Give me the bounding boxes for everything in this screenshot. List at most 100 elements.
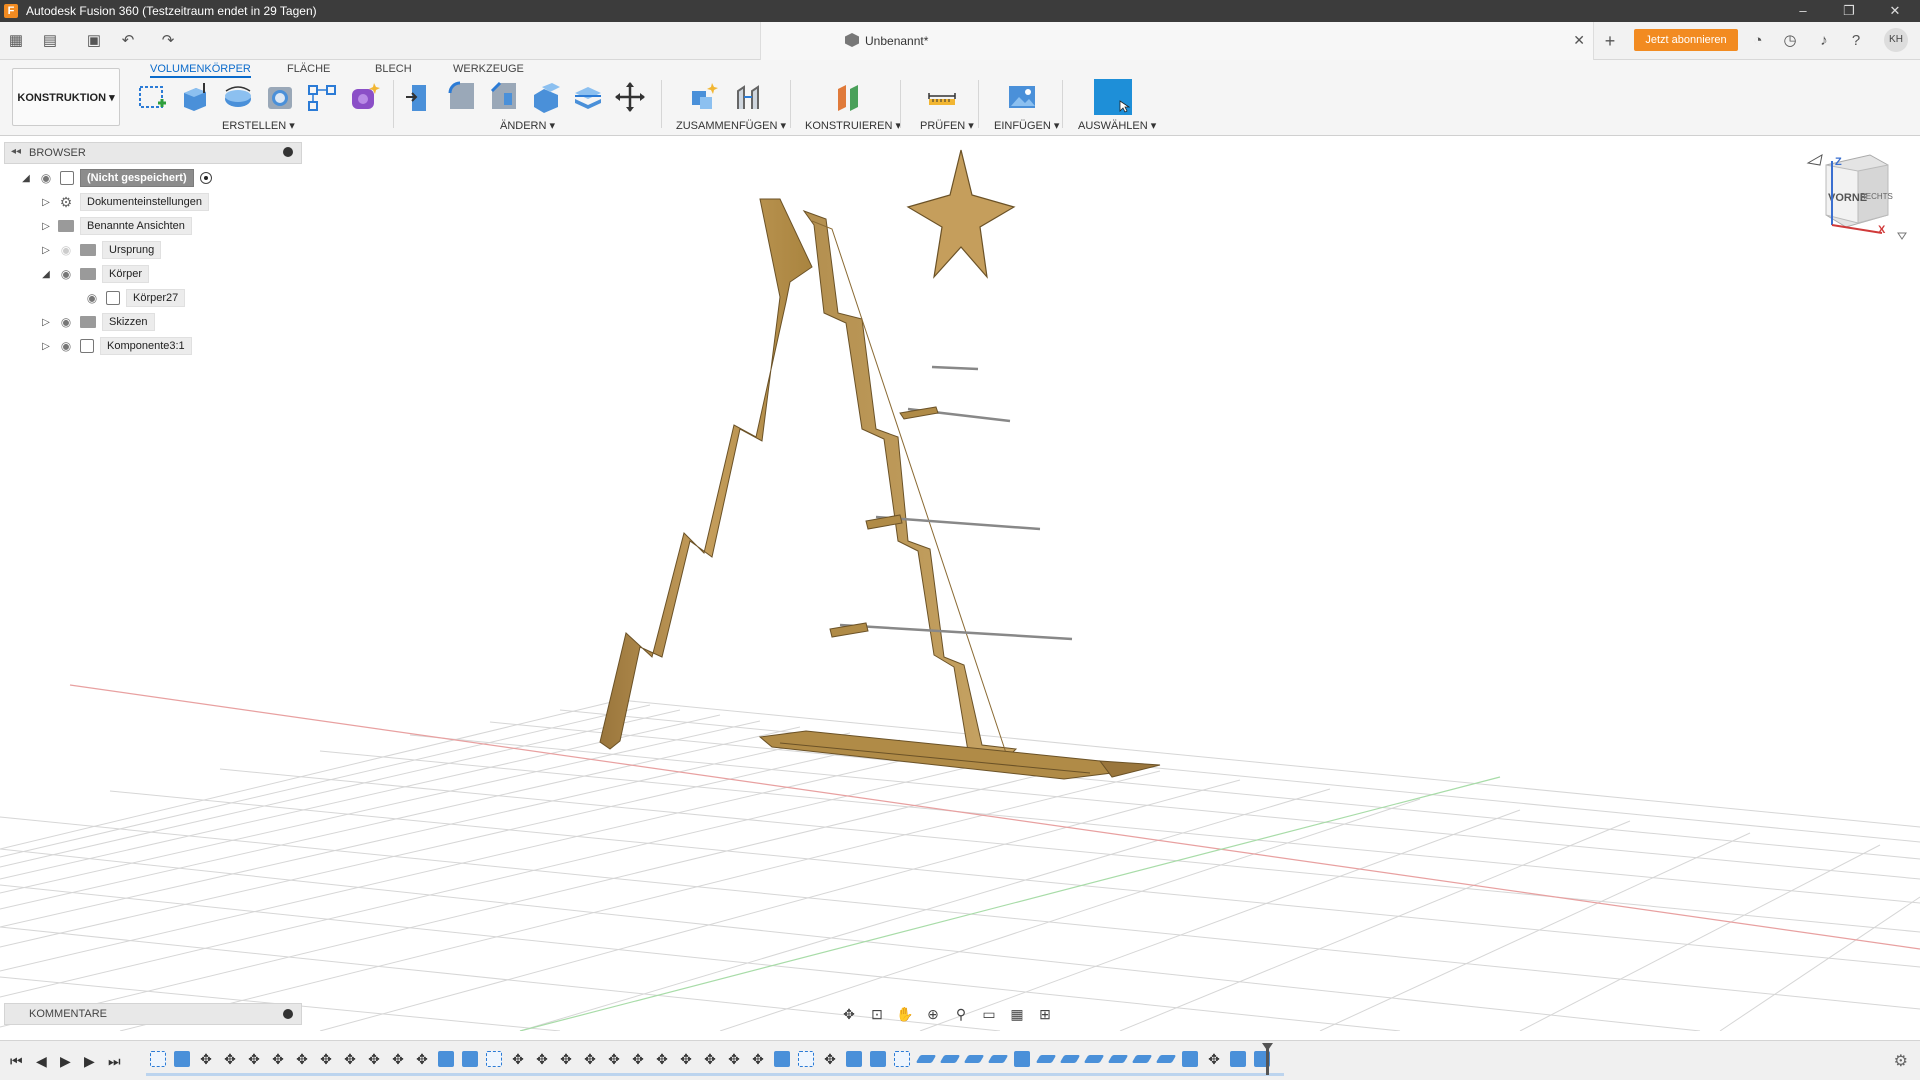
document-tab[interactable]: Unbenannt* ✕ xyxy=(760,22,1594,60)
timeline-move-icon[interactable]: ✥ xyxy=(390,1051,406,1067)
timeline-plane-icon[interactable] xyxy=(1107,1055,1129,1063)
user-avatar[interactable]: KH xyxy=(1884,28,1908,52)
timeline-extrude-icon[interactable] xyxy=(174,1051,190,1067)
grid-settings-icon[interactable]: ▦ xyxy=(1006,1006,1028,1023)
measure-icon[interactable] xyxy=(926,81,958,113)
fillet-icon[interactable] xyxy=(446,81,478,113)
tree-label-ursprung[interactable]: Ursprung xyxy=(102,241,162,259)
zoom-icon[interactable]: ⊕ xyxy=(922,1006,944,1023)
activate-radio-icon[interactable] xyxy=(199,172,212,184)
visibility-eye-icon[interactable]: ◉ xyxy=(38,170,54,186)
timeline-move-icon[interactable]: ✥ xyxy=(582,1051,598,1067)
tab-volumenkoerper[interactable]: VOLUMENKÖRPER xyxy=(150,60,251,78)
display-settings-icon[interactable]: ▭ xyxy=(978,1006,1000,1023)
orbit-icon[interactable]: ✥ xyxy=(838,1006,860,1023)
insert-image-icon[interactable] xyxy=(1006,81,1038,113)
timeline-plane-icon[interactable] xyxy=(963,1055,985,1063)
browser-header[interactable]: ◂◂ BROWSER xyxy=(4,142,302,164)
tab-werkzeuge[interactable]: WERKZEUGE xyxy=(453,60,524,78)
timeline-move-icon[interactable]: ✥ xyxy=(726,1051,742,1067)
go-to-start-icon[interactable]: ⏮ xyxy=(10,1053,23,1070)
create-form-icon[interactable] xyxy=(348,81,380,113)
timeline-extrude-icon[interactable] xyxy=(1182,1051,1198,1067)
group-auswaehlen[interactable]: AUSWÄHLEN ▾ xyxy=(1078,119,1156,132)
tree-label-root[interactable]: (Nicht gespeichert) xyxy=(80,169,194,187)
timeline-plane-icon[interactable] xyxy=(1131,1055,1153,1063)
group-konstruieren[interactable]: KONSTRUIEREN ▾ xyxy=(805,119,901,132)
timeline-move-icon[interactable]: ✥ xyxy=(654,1051,670,1067)
tree-label-dokumenteinstellungen[interactable]: Dokumenteinstellungen xyxy=(80,193,209,211)
timeline-sketch-icon[interactable] xyxy=(798,1051,814,1067)
group-zusammenfuegen[interactable]: ZUSAMMENFÜGEN ▾ xyxy=(676,119,786,132)
timeline-move-icon[interactable]: ✥ xyxy=(606,1051,622,1067)
press-pull-icon[interactable] xyxy=(404,81,436,113)
timeline-plane-icon[interactable] xyxy=(1059,1055,1081,1063)
extensions-icon[interactable]: ◔ xyxy=(1748,31,1768,51)
new-component-icon[interactable] xyxy=(688,81,720,113)
new-tab-icon[interactable]: + xyxy=(1600,31,1620,51)
pan-icon[interactable]: ✋ xyxy=(894,1006,916,1023)
revolve-icon[interactable] xyxy=(222,81,254,113)
notifications-icon[interactable]: ♪ xyxy=(1814,31,1834,51)
tree-row-root[interactable]: ◢ ◉ (Nicht gespeichert) xyxy=(20,168,212,188)
timeline-plane-icon[interactable] xyxy=(1083,1055,1105,1063)
timeline-sketch-icon[interactable] xyxy=(486,1051,502,1067)
timeline-extrude-icon[interactable] xyxy=(438,1051,454,1067)
visibility-eye-icon[interactable]: ◉ xyxy=(58,338,74,354)
timeline-move-icon[interactable]: ✥ xyxy=(342,1051,358,1067)
tree-row-ursprung[interactable]: ▷ ◉ Ursprung xyxy=(40,240,162,260)
timeline-move-icon[interactable]: ✥ xyxy=(246,1051,262,1067)
select-icon[interactable] xyxy=(1094,79,1132,115)
expand-triangle-icon[interactable]: ▷ xyxy=(40,317,52,328)
tree-row-dokumenteinstellungen[interactable]: ▷ ⚙ Dokumenteinstellungen xyxy=(40,192,209,212)
visibility-eye-icon[interactable]: ◉ xyxy=(84,290,100,306)
tree-label-benannte-ansichten[interactable]: Benannte Ansichten xyxy=(80,217,192,235)
minimize-button[interactable]: – xyxy=(1780,0,1826,22)
expand-triangle-icon[interactable]: ▷ xyxy=(40,197,52,208)
timeline-extrude-icon[interactable] xyxy=(846,1051,862,1067)
add-comment-icon[interactable] xyxy=(283,1009,293,1019)
timeline-plane-icon[interactable] xyxy=(1155,1055,1177,1063)
timeline-move-icon[interactable]: ✥ xyxy=(558,1051,574,1067)
undo-icon[interactable]: ↶ xyxy=(118,31,138,51)
group-aendern[interactable]: ÄNDERN ▾ xyxy=(500,119,555,132)
chamfer-icon[interactable] xyxy=(488,81,520,113)
timeline-move-icon[interactable]: ✥ xyxy=(270,1051,286,1067)
close-tab-icon[interactable]: ✕ xyxy=(1573,32,1585,49)
hole-icon[interactable] xyxy=(264,81,296,113)
timeline-move-icon[interactable]: ✥ xyxy=(1206,1051,1222,1067)
timeline-extrude-icon[interactable] xyxy=(1014,1051,1030,1067)
restore-button[interactable]: ❐ xyxy=(1826,0,1872,22)
visibility-eye-icon[interactable]: ◉ xyxy=(58,266,74,282)
timeline-plane-icon[interactable] xyxy=(915,1055,937,1063)
zoom-window-icon[interactable]: ⚲ xyxy=(950,1006,972,1023)
app-grid-icon[interactable]: ▦ xyxy=(6,31,26,51)
tab-blech[interactable]: BLECH xyxy=(375,60,412,78)
redo-icon[interactable]: ↷ xyxy=(158,31,178,51)
group-pruefen[interactable]: PRÜFEN ▾ xyxy=(920,119,974,132)
expand-triangle-icon[interactable]: ▷ xyxy=(40,341,52,352)
tree-row-koerper27[interactable]: ◉ Körper27 xyxy=(66,288,186,308)
job-status-icon[interactable]: ◷ xyxy=(1780,31,1800,51)
pin-panel-icon[interactable] xyxy=(283,147,293,157)
timeline-track[interactable] xyxy=(146,1073,1284,1076)
tree-label-komponente3[interactable]: Komponente3:1 xyxy=(100,337,192,355)
tree-label-koerper[interactable]: Körper xyxy=(102,265,150,283)
offset-plane-icon[interactable] xyxy=(832,81,864,113)
file-menu-icon[interactable]: ▤ xyxy=(40,31,60,51)
tab-flaeche[interactable]: FLÄCHE xyxy=(287,60,330,78)
timeline-move-icon[interactable]: ✥ xyxy=(366,1051,382,1067)
timeline-move-icon[interactable]: ✥ xyxy=(294,1051,310,1067)
collapse-triangle-icon[interactable]: ◢ xyxy=(40,269,52,280)
tree-row-skizzen[interactable]: ▷ ◉ Skizzen xyxy=(40,312,155,332)
timeline-move-icon[interactable]: ✥ xyxy=(318,1051,334,1067)
visibility-eye-icon[interactable]: ◉ xyxy=(58,314,74,330)
timeline-plane-icon[interactable] xyxy=(987,1055,1009,1063)
move-copy-icon[interactable] xyxy=(614,81,646,113)
tree-row-koerper[interactable]: ◢ ◉ Körper xyxy=(40,264,150,284)
tree-label-koerper27[interactable]: Körper27 xyxy=(126,289,186,307)
tree-label-skizzen[interactable]: Skizzen xyxy=(102,313,155,331)
timeline-extrude-icon[interactable] xyxy=(1230,1051,1246,1067)
timeline-settings-icon[interactable]: ⚙ xyxy=(1894,1051,1908,1071)
group-einfuegen[interactable]: EINFÜGEN ▾ xyxy=(994,119,1059,132)
